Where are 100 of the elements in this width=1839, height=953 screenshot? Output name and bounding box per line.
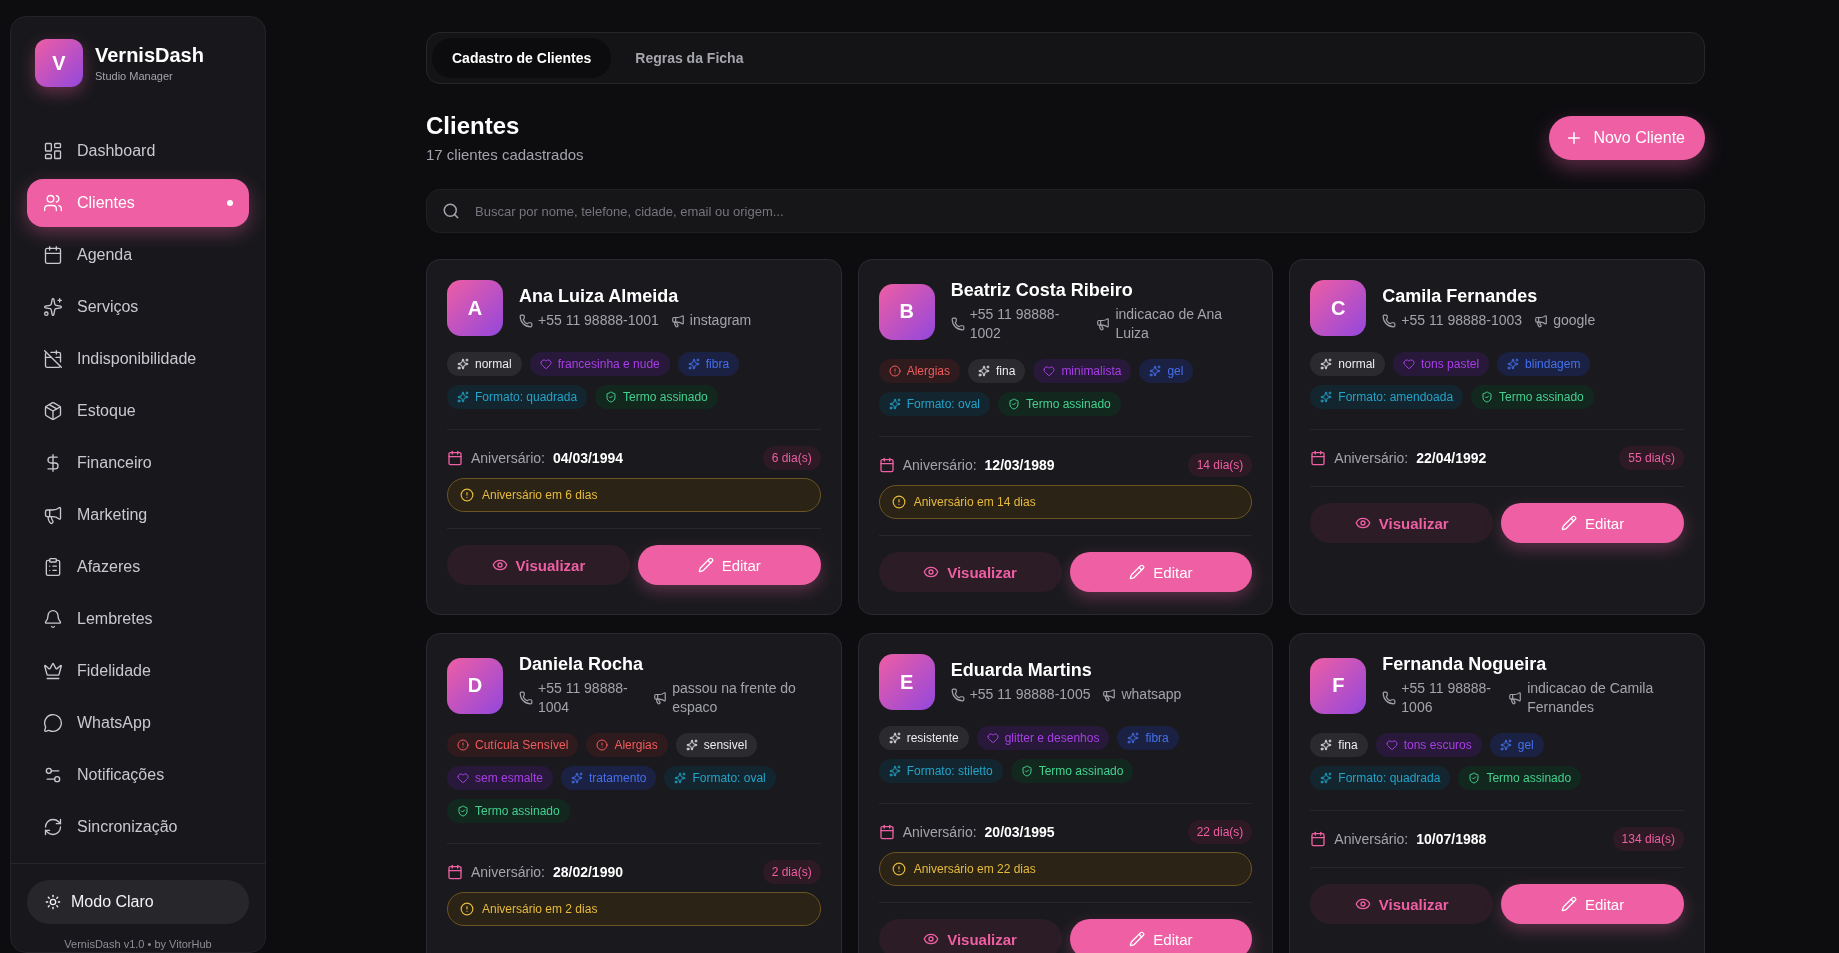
client-count: 17 clientes cadastrados xyxy=(426,146,584,163)
alert-icon xyxy=(457,739,469,751)
calendar-icon xyxy=(878,824,895,840)
client-origin: passou na frente do espaco xyxy=(672,679,797,717)
tag: Cutícula Sensível xyxy=(447,733,579,757)
birthday-label: Aniversário: xyxy=(902,457,977,473)
tag: Termo assinado xyxy=(998,392,1121,416)
nav-item[interactable]: Estoque xyxy=(27,387,249,435)
tag: sem esmalte xyxy=(447,766,554,790)
tag: blindagem xyxy=(1497,352,1591,376)
alert-text: Aniversário em 14 dias xyxy=(913,495,1036,509)
tag: Alergias xyxy=(878,359,960,383)
crown-icon xyxy=(43,661,63,681)
nav-item[interactable]: Fidelidade xyxy=(27,647,249,695)
nav-item[interactable]: Indisponibilidade xyxy=(27,335,249,383)
shield-check-icon xyxy=(605,391,618,403)
sparkles-icon xyxy=(1320,772,1333,784)
view-button[interactable]: Visualizar xyxy=(447,545,630,585)
alert-text: Aniversário em 6 dias xyxy=(482,488,598,502)
client-origin: google xyxy=(1553,311,1596,330)
sparkles-icon xyxy=(674,772,687,784)
client-origin: indicacao de Ana Luiza xyxy=(1115,305,1224,343)
tag: Formato: oval xyxy=(664,766,776,790)
birthday-date: 22/04/1992 xyxy=(1416,450,1488,466)
client-name: Beatriz Costa Ribeiro xyxy=(950,280,1134,301)
birthday-label: Aniversário: xyxy=(1334,450,1409,466)
nav-item[interactable]: Marketing xyxy=(27,491,249,539)
pencil-icon xyxy=(697,557,714,573)
sync-icon xyxy=(43,817,63,837)
alert-icon xyxy=(891,495,906,509)
tag: tratamento xyxy=(561,766,657,790)
view-button[interactable]: Visualizar xyxy=(1310,884,1494,924)
nav-item[interactable]: WhatsApp xyxy=(27,699,249,747)
calendar-icon xyxy=(447,864,463,880)
heart-icon xyxy=(1385,739,1398,751)
tag: Formato: amendoada xyxy=(1310,385,1464,409)
theme-toggle[interactable]: Modo Claro xyxy=(27,880,249,924)
sparkles-icon xyxy=(978,365,990,377)
avatar: B xyxy=(878,283,935,340)
phone-icon xyxy=(1382,691,1397,705)
avatar: C xyxy=(1310,280,1367,336)
chat-bubble-icon xyxy=(43,713,63,733)
megaphone-icon xyxy=(1508,691,1523,705)
tag: Formato: stiletto xyxy=(878,759,1003,783)
eye-icon xyxy=(491,557,508,573)
birthday-date: 12/03/1989 xyxy=(984,457,1056,473)
eye-icon xyxy=(1354,896,1371,912)
tag: fibra xyxy=(677,352,740,376)
phone-number: +55 11 98888-1004 xyxy=(538,679,629,717)
nav-item[interactable]: Dashboard xyxy=(27,127,249,175)
birthday-date: 04/03/1994 xyxy=(552,450,624,466)
phone-number: +55 11 98888-1001 xyxy=(538,311,659,330)
view-button[interactable]: Visualizar xyxy=(878,919,1062,953)
alert-text: Aniversário em 22 dias xyxy=(913,862,1036,876)
bell-icon xyxy=(43,609,63,629)
view-button[interactable]: Visualizar xyxy=(1310,503,1494,543)
tag: fina xyxy=(968,359,1026,383)
tag: Termo assinado xyxy=(1471,385,1594,409)
calendar-icon xyxy=(878,457,895,473)
sliders-icon xyxy=(43,765,63,785)
phone-number: +55 11 98888-1006 xyxy=(1401,679,1492,717)
sun-icon xyxy=(45,894,61,910)
shield-check-icon xyxy=(1481,391,1494,403)
brand-subtitle: Studio Manager xyxy=(95,70,174,82)
tag: fina xyxy=(1310,733,1368,757)
eye-icon xyxy=(1354,515,1371,531)
tab[interactable]: Regras da Ficha xyxy=(615,38,764,78)
sparkles-icon xyxy=(1507,358,1520,370)
view-button[interactable]: Visualizar xyxy=(878,552,1062,592)
sparkles-icon xyxy=(888,398,901,410)
birthday-label: Aniversário: xyxy=(1334,831,1409,847)
tag: Formato: quadrada xyxy=(1310,766,1451,790)
nav-item[interactable]: Lembretes xyxy=(27,595,249,643)
tag: Termo assinado xyxy=(1458,766,1582,790)
client-name: Daniela Rocha xyxy=(519,654,645,675)
nav-item[interactable]: Sincronização xyxy=(27,803,249,851)
tag: Formato: oval xyxy=(878,392,990,416)
nav-item[interactable]: Agenda xyxy=(27,231,249,279)
tag: francesinha e nude xyxy=(529,352,670,376)
avatar: A xyxy=(447,280,503,336)
heart-icon xyxy=(457,772,469,784)
logo: V xyxy=(35,39,83,87)
alert-icon xyxy=(460,488,474,502)
nav-item[interactable]: Notificações xyxy=(27,751,249,799)
sparkles-icon xyxy=(1320,358,1333,370)
tag: tons pastel xyxy=(1393,352,1490,376)
search-field[interactable]: Buscar por nome, telefone, cidade, email ou origem... xyxy=(426,189,1705,233)
nav-item[interactable]: Financeiro xyxy=(27,439,249,487)
calendar-off-icon xyxy=(43,349,63,369)
days-badge: 55 dia(s) xyxy=(1619,446,1684,470)
sparkles-icon xyxy=(571,772,584,784)
client-origin: whatsapp xyxy=(1121,685,1182,704)
client-name: Fernanda Nogueira xyxy=(1382,654,1548,675)
phone-icon xyxy=(950,317,965,331)
grid-icon xyxy=(43,141,63,161)
tab[interactable]: Cadastro de Clientes xyxy=(432,38,612,78)
nav-item[interactable]: Serviços xyxy=(27,283,249,331)
birthday-label: Aniversário: xyxy=(902,824,977,840)
nav-item[interactable]: Afazeres xyxy=(27,543,249,591)
tag: Termo assinado xyxy=(1010,759,1134,783)
